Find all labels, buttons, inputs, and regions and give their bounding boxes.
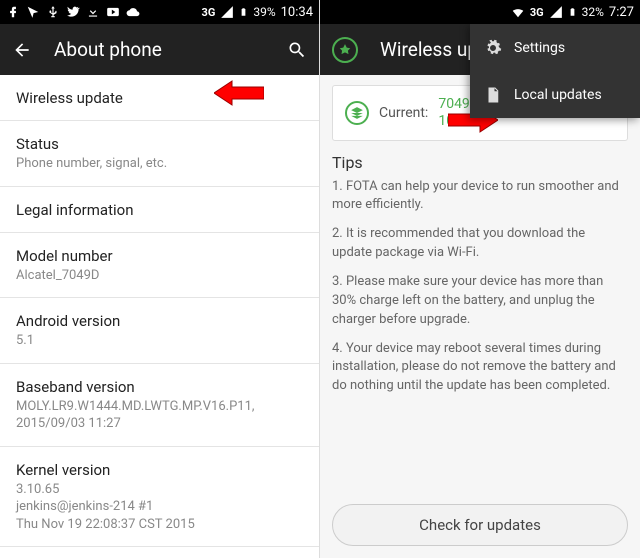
status-bar: 3G 39% 10:34 (0, 0, 319, 24)
cloud-icon (126, 5, 140, 19)
tip-2: 2. It is recommended that you download t… (332, 225, 628, 263)
battery-icon (239, 5, 248, 19)
signal-icon (549, 5, 563, 19)
item-android-version[interactable]: Android version 5.1 (0, 298, 319, 364)
item-kernel[interactable]: Kernel version 3.10.65 jenkins@jenkins-2… (0, 447, 319, 548)
network-label: 3G (202, 6, 216, 19)
clock: 7:27 (609, 5, 634, 20)
wifi-icon (511, 5, 525, 19)
facebook-icon (6, 5, 20, 19)
twitter-icon (66, 5, 80, 19)
settings-list: Wireless update Status Phone number, sig… (0, 75, 319, 558)
menu-local-label: Local updates (514, 87, 602, 103)
clock: 10:34 (281, 5, 313, 20)
file-icon (484, 86, 502, 104)
content: Current: 7049D_A 1031 Tips 1. FOTA can h… (320, 75, 640, 558)
signal-icon (220, 5, 234, 19)
network-label: 3G (530, 6, 544, 19)
item-status[interactable]: Status Phone number, signal, etc. (0, 121, 319, 187)
battery-percent: 32% (582, 5, 604, 19)
overflow-menu: Settings Local updates (470, 24, 640, 118)
search-icon[interactable] (287, 40, 307, 60)
youtube-icon (106, 5, 120, 19)
back-icon[interactable] (12, 40, 32, 60)
check-updates-button[interactable]: Check for updates (332, 504, 628, 546)
item-legal[interactable]: Legal information (0, 187, 319, 233)
check-updates-label: Check for updates (419, 516, 541, 534)
tip-4: 4. Your device may reboot several times … (332, 340, 628, 397)
tip-1: 1. FOTA can help your device to run smoo… (332, 178, 628, 216)
menu-local-updates[interactable]: Local updates (470, 71, 640, 118)
phone-about: 3G 39% 10:34 About phone Wireless update… (0, 0, 320, 558)
item-baseband[interactable]: Baseband version MOLY.LR9.W1444.MD.LWTG.… (0, 364, 319, 447)
battery-icon (568, 5, 577, 19)
current-label: Current: (379, 105, 428, 121)
gear-icon (484, 39, 502, 57)
location-icon (26, 5, 40, 19)
app-logo-icon (332, 37, 358, 63)
download-icon (86, 5, 100, 19)
menu-settings[interactable]: Settings (470, 24, 640, 71)
app-header: About phone (0, 24, 319, 75)
usb-icon (46, 5, 60, 19)
tips-body: 1. FOTA can help your device to run smoo… (332, 178, 628, 406)
tips-heading: Tips (332, 153, 628, 172)
layers-icon (345, 101, 369, 125)
status-bar: 3G 32% 7:27 (320, 0, 640, 24)
phone-wireless-update: 3G 32% 7:27 Wireless update Settings Loc… (320, 0, 640, 558)
item-build[interactable]: Build number (0, 547, 319, 558)
tip-3: 3. Please make sure your device has more… (332, 273, 628, 330)
menu-settings-label: Settings (514, 40, 565, 56)
item-model[interactable]: Model number Alcatel_7049D (0, 233, 319, 299)
battery-percent: 39% (253, 5, 275, 19)
item-wireless-update[interactable]: Wireless update (0, 75, 319, 121)
page-title: About phone (54, 38, 265, 61)
